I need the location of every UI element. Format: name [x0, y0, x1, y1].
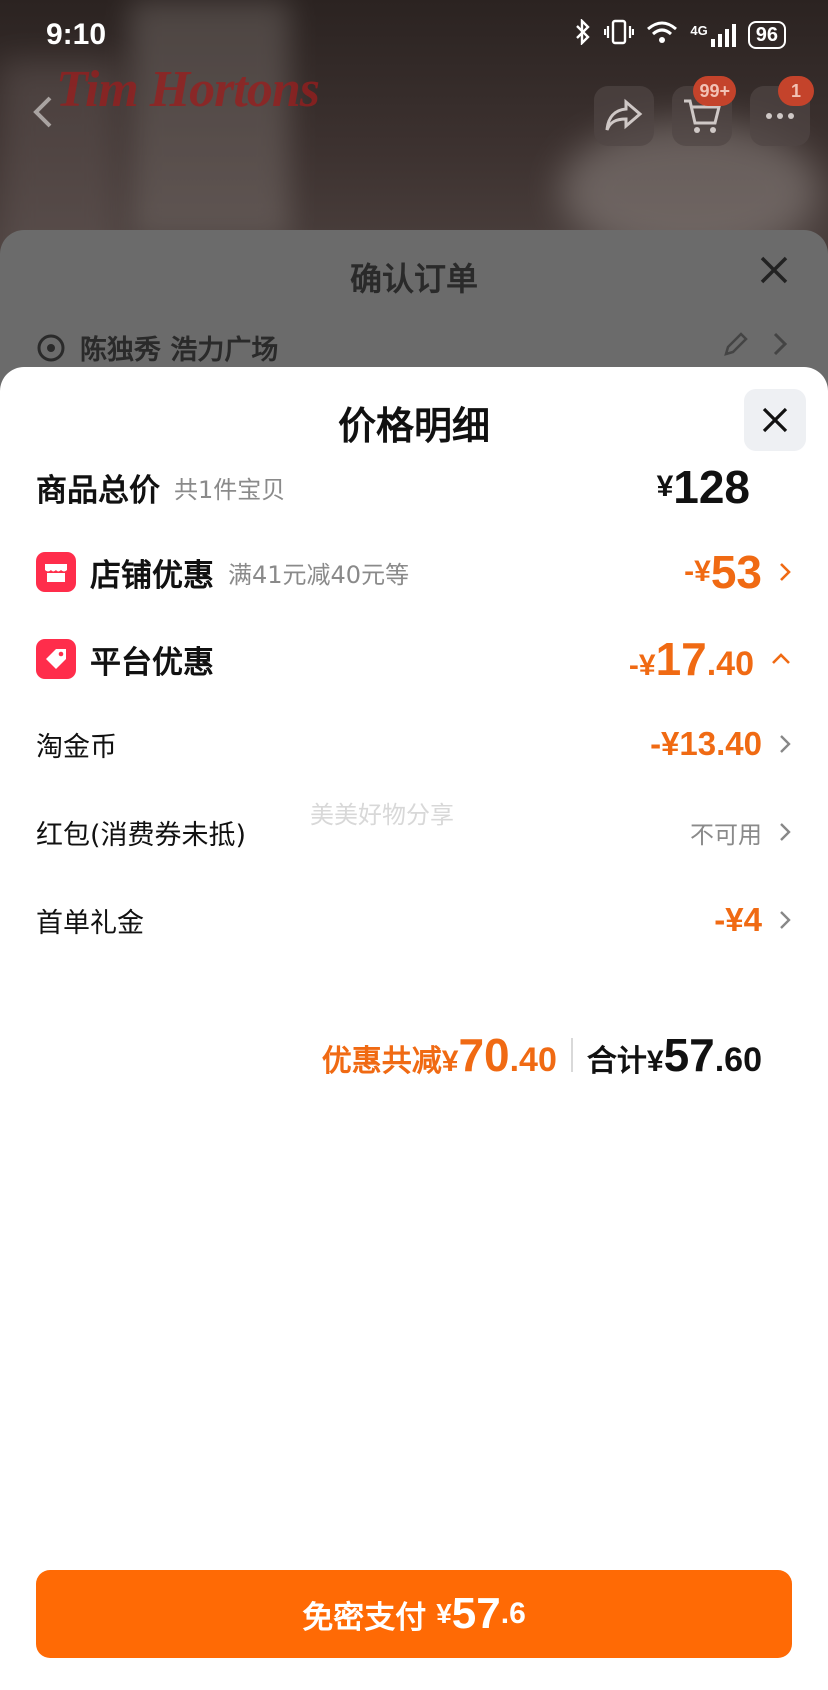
more-button[interactable]: 1: [750, 76, 814, 146]
battery-icon: 96: [747, 21, 786, 49]
platform-discount-row[interactable]: 平台优惠 -¥ 17 .40: [36, 629, 792, 689]
close-icon: [762, 407, 788, 433]
total-amount: 57: [663, 1029, 715, 1081]
chevron-right-icon: [773, 332, 788, 356]
pay-button[interactable]: 免密支付 ¥ 57 .6: [36, 1570, 792, 1658]
signal-icon: 4G: [690, 23, 736, 47]
goods-total-amount: 128: [673, 461, 750, 513]
taojinbi-row[interactable]: 淘金币 -¥13.40: [36, 717, 792, 771]
discount-total-label: 优惠共减: [321, 1044, 442, 1079]
location-pin-icon: [37, 334, 65, 361]
platform-discount-label: 平台优惠: [90, 644, 214, 681]
goods-count: 共1件宝贝: [174, 475, 286, 504]
hongbao-status: 不可用: [690, 820, 762, 849]
store-discount-rule: 满41元减40元等: [228, 560, 410, 589]
pay-button-label: 免密支付: [302, 1599, 427, 1636]
share-button[interactable]: [594, 86, 654, 146]
share-icon: [605, 98, 643, 131]
store-discount-row[interactable]: 店铺优惠 满41元减40元等 -¥ 53: [36, 542, 792, 602]
address-row[interactable]: 陈独秀 浩力广场: [36, 328, 278, 367]
goods-total-label: 商品总价: [36, 472, 160, 509]
chevron-right-icon: [780, 735, 791, 753]
chevron-up-icon: [772, 653, 790, 664]
tag-icon: [36, 639, 76, 679]
sheet-close-button[interactable]: [744, 389, 806, 451]
taojinbi-amount: -¥13.40: [650, 725, 762, 762]
top-nav: 99+ 1: [0, 76, 828, 150]
hongbao-label: 红包(消费券未抵): [36, 819, 247, 851]
store-discount-label: 店铺优惠: [90, 557, 214, 594]
status-bar: 9:10 4G 96: [0, 0, 828, 70]
store-icon: [36, 552, 76, 592]
goods-total-row: 商品总价 共1件宝贝 ¥ 128: [36, 461, 750, 513]
confirm-close-button[interactable]: [752, 248, 796, 292]
sheet-title: 价格明细: [337, 404, 490, 448]
summary-divider: [570, 1038, 573, 1072]
cart-button[interactable]: 99+: [672, 76, 736, 146]
back-button[interactable]: [30, 94, 70, 134]
close-icon: [760, 256, 788, 284]
platform-discount-amount: 17: [655, 633, 707, 685]
edit-icon: [724, 332, 748, 356]
first-order-amount: -¥4: [714, 901, 762, 938]
wifi-icon: [646, 19, 678, 51]
chevron-right-icon: [780, 911, 791, 929]
price-summary: 优惠共减 ¥ 70 .40 合计 ¥ 57 .60: [321, 1029, 762, 1081]
first-order-row[interactable]: 首单礼金 -¥4: [36, 893, 792, 947]
taojinbi-label: 淘金币: [36, 731, 117, 763]
first-order-label: 首单礼金: [36, 907, 144, 939]
bluetooth-icon: [574, 18, 592, 51]
cart-badge: 99+: [693, 76, 736, 106]
message-badge: 1: [778, 76, 814, 106]
discount-total-amount: 70: [458, 1029, 510, 1081]
chevron-right-icon: [780, 823, 791, 841]
pay-amount: 57: [451, 1589, 501, 1638]
total-label: 合计: [586, 1044, 647, 1079]
confirm-order-title: 确认订单: [349, 260, 478, 298]
store-discount-amount: 53: [710, 546, 762, 598]
vibrate-icon: [604, 19, 635, 51]
chevron-right-icon: [780, 563, 791, 581]
status-time: 9:10: [46, 18, 107, 51]
more-icon: [766, 113, 794, 119]
address-text: 陈独秀 浩力广场: [80, 335, 279, 366]
watermark: 美美好物分享: [310, 801, 454, 829]
